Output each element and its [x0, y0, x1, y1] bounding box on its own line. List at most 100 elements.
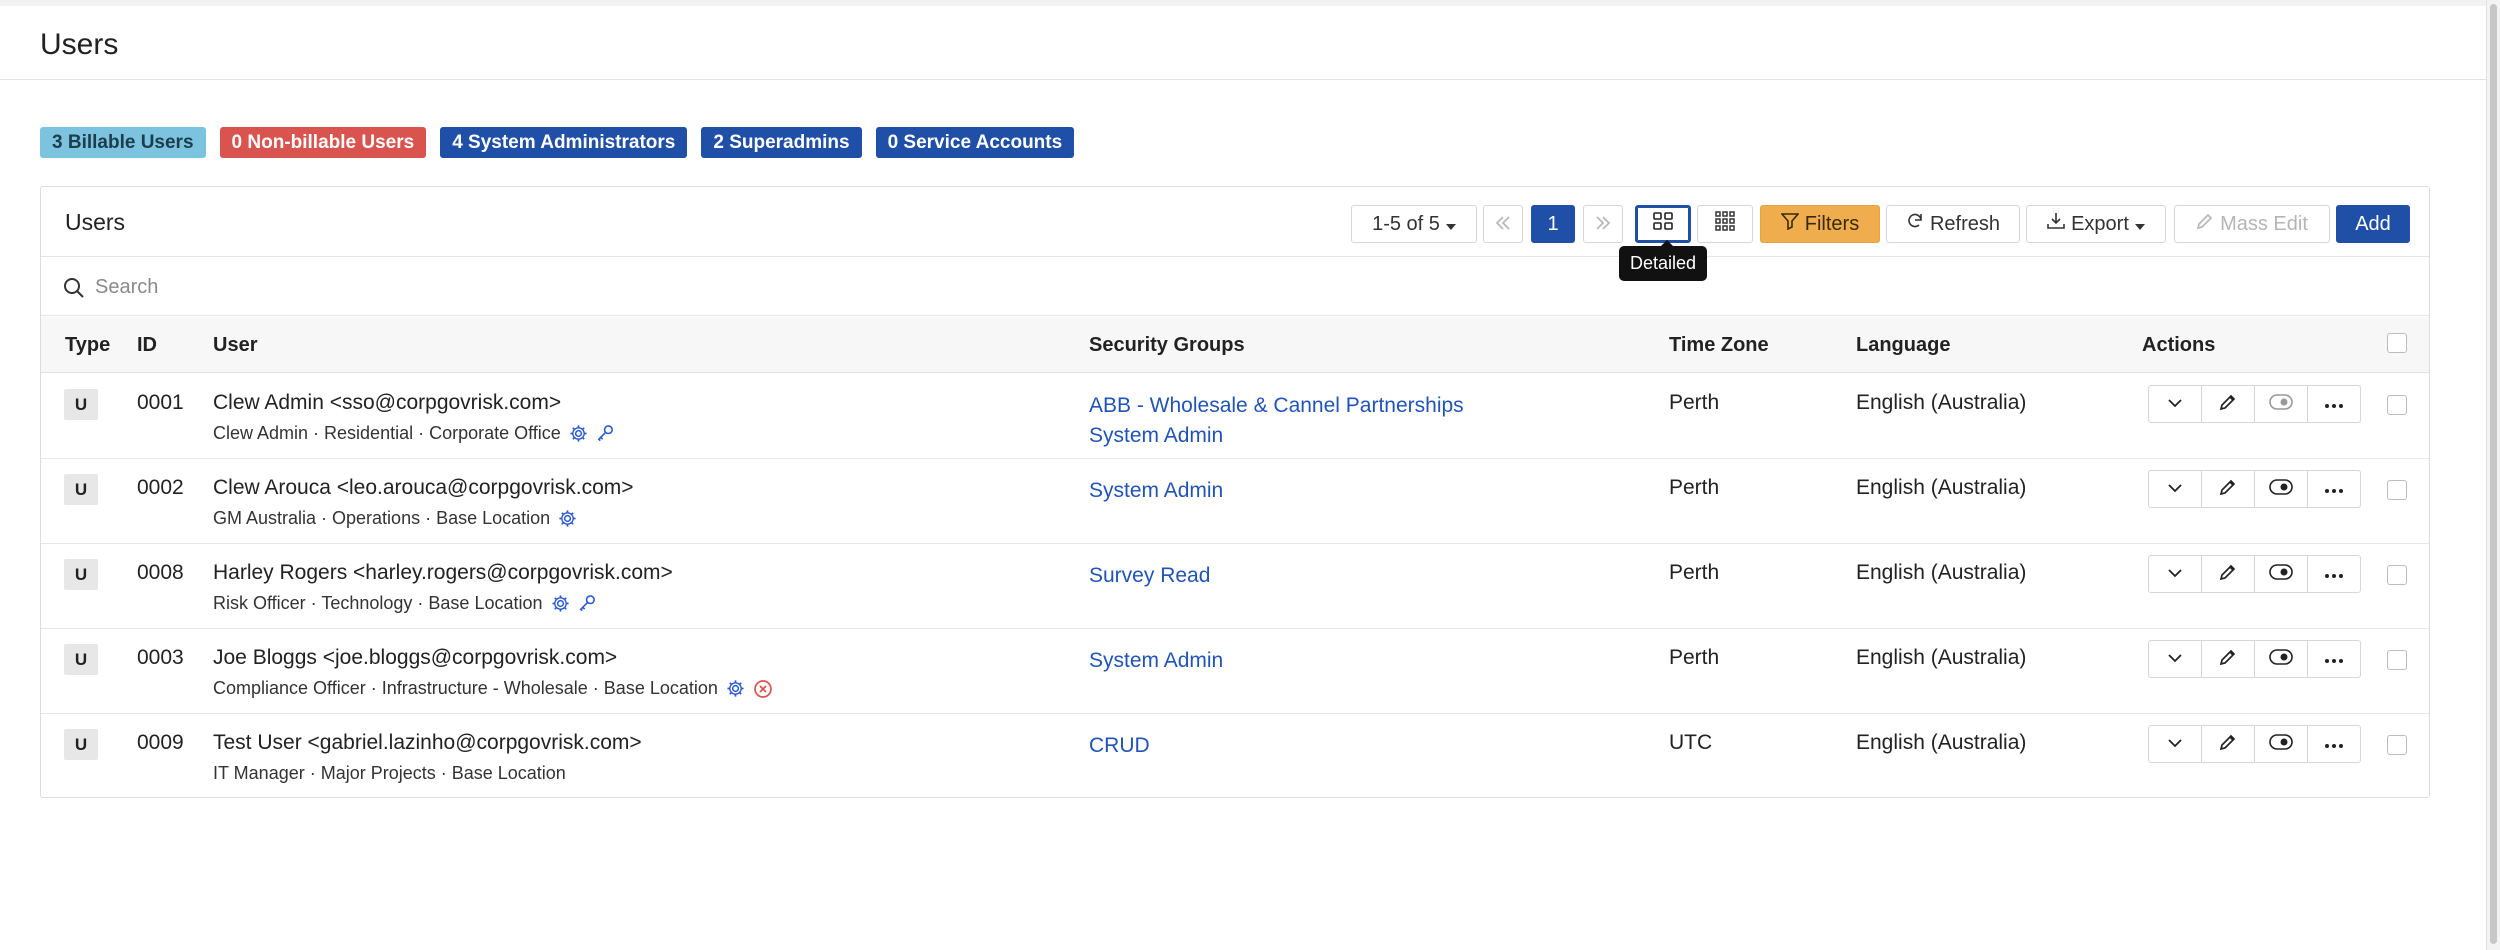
expand-row-button[interactable] — [2148, 470, 2202, 508]
vertical-scrollbar[interactable] — [2486, 0, 2500, 950]
column-header-time-zone[interactable]: Time Zone — [1669, 334, 1769, 357]
filters-button[interactable]: Filters — [1760, 205, 1880, 243]
pencil-icon — [2196, 212, 2214, 236]
detailed-view-button[interactable] — [1635, 205, 1691, 243]
security-group-link[interactable]: ABB - Wholesale & Cannel Partnerships — [1089, 391, 1464, 421]
first-page-button[interactable] — [1483, 205, 1523, 243]
row-checkbox[interactable] — [2387, 395, 2407, 415]
toggle-visibility-button[interactable] — [2254, 640, 2308, 678]
filters-label: Filters — [1804, 212, 1860, 235]
table-row[interactable]: U 0003 Joe Bloggs <joe.bloggs@corpgovris… — [41, 629, 2429, 714]
user-id: 0008 — [137, 561, 184, 584]
security-group-link[interactable]: CRUD — [1089, 731, 1150, 761]
more-actions-button[interactable] — [2307, 555, 2361, 593]
edit-user-button[interactable] — [2201, 725, 2255, 763]
user-details-text: GM Australia · Operations · Base Locatio… — [213, 508, 551, 528]
user-name-email[interactable]: Test User <gabriel.lazinho@corpgovrisk.c… — [213, 731, 642, 755]
user-details-text: Clew Admin · Residential · Corporate Off… — [213, 423, 561, 443]
edit-user-button[interactable] — [2201, 385, 2255, 423]
pencil-icon — [2219, 563, 2237, 586]
security-group-link[interactable]: System Admin — [1089, 421, 1464, 451]
edit-user-button[interactable] — [2201, 555, 2255, 593]
security-group-link[interactable]: System Admin — [1089, 646, 1223, 676]
page-size-dropdown[interactable]: 1-5 of 5 — [1351, 205, 1477, 243]
toggle-visibility-button[interactable] — [2254, 725, 2308, 763]
table-row[interactable]: U 0001 Clew Admin <sso@corpgovrisk.com> … — [41, 374, 2429, 459]
chevron-down-icon — [2167, 395, 2183, 413]
last-page-button[interactable] — [1583, 205, 1623, 243]
user-type-badge: U — [64, 559, 98, 590]
user-name-email[interactable]: Harley Rogers <harley.rogers@corpgovrisk… — [213, 561, 673, 585]
user-details: GM Australia · Operations · Base Locatio… — [213, 508, 577, 529]
expand-row-button[interactable] — [2148, 555, 2202, 593]
row-checkbox[interactable] — [2387, 565, 2407, 585]
row-checkbox[interactable] — [2387, 735, 2407, 755]
user-name-email[interactable]: Clew Admin <sso@corpgovrisk.com> — [213, 391, 561, 415]
security-group-link[interactable]: System Admin — [1089, 476, 1223, 506]
gear-icon — [726, 679, 745, 698]
toggle-visibility-button[interactable] — [2254, 385, 2308, 423]
table-row[interactable]: U 0002 Clew Arouca <leo.arouca@corpgovri… — [41, 459, 2429, 544]
add-label: Add — [2355, 212, 2391, 235]
search-input[interactable] — [95, 270, 995, 304]
non-billable-users-badge[interactable]: 0 Non-billable Users — [219, 127, 427, 158]
expand-row-button[interactable] — [2148, 385, 2202, 423]
mass-edit-button[interactable]: Mass Edit — [2174, 205, 2330, 243]
user-name-email[interactable]: Clew Arouca <leo.arouca@corpgovrisk.com> — [213, 476, 634, 500]
select-all-checkbox[interactable] — [2387, 333, 2407, 353]
gear-icon — [569, 424, 588, 443]
more-actions-button[interactable] — [2307, 640, 2361, 678]
language: English (Australia) — [1856, 731, 2027, 754]
gear-icon — [558, 509, 577, 528]
user-details-text: IT Manager · Major Projects · Base Locat… — [213, 763, 566, 783]
security-groups: System Admin — [1089, 646, 1223, 676]
edit-user-button[interactable] — [2201, 470, 2255, 508]
pencil-icon — [2219, 393, 2237, 416]
table-row[interactable]: U 0009 Test User <gabriel.lazinho@corpgo… — [41, 714, 2429, 799]
service-accounts-badge[interactable]: 0 Service Accounts — [875, 127, 1075, 158]
compact-view-button[interactable] — [1697, 205, 1753, 243]
user-type-badge: U — [64, 644, 98, 675]
more-actions-button[interactable] — [2307, 725, 2361, 763]
expand-row-button[interactable] — [2148, 640, 2202, 678]
column-header-security-groups[interactable]: Security Groups — [1089, 334, 1245, 357]
language: English (Australia) — [1856, 646, 2027, 669]
expand-row-button[interactable] — [2148, 725, 2202, 763]
toggle-eye-icon — [2269, 648, 2293, 670]
user-details: Compliance Officer · Infrastructure - Wh… — [213, 678, 773, 699]
more-actions-button[interactable] — [2307, 470, 2361, 508]
edit-user-button[interactable] — [2201, 640, 2255, 678]
row-checkbox[interactable] — [2387, 480, 2407, 500]
chevron-down-icon — [2167, 480, 2183, 498]
table-row[interactable]: U 0008 Harley Rogers <harley.rogers@corp… — [41, 544, 2429, 629]
superadmins-badge[interactable]: 2 Superadmins — [701, 127, 862, 158]
toggle-eye-icon — [2269, 733, 2293, 755]
language: English (Australia) — [1856, 391, 2027, 414]
security-groups: CRUD — [1089, 731, 1150, 761]
column-header-type[interactable]: Type — [65, 334, 110, 357]
x-circle-icon — [753, 679, 773, 699]
grid-3x3-icon — [1715, 211, 1735, 237]
column-header-language[interactable]: Language — [1856, 334, 1950, 357]
page-1-button[interactable]: 1 — [1531, 205, 1575, 243]
export-dropdown-button[interactable]: Export — [2026, 205, 2166, 243]
security-group-link[interactable]: Survey Read — [1089, 561, 1210, 591]
table-header: Type ID User Security Groups Time Zone L… — [41, 317, 2429, 373]
refresh-button[interactable]: Refresh — [1886, 205, 2020, 243]
user-name-email[interactable]: Joe Bloggs <joe.bloggs@corpgovrisk.com> — [213, 646, 617, 670]
more-actions-button[interactable] — [2307, 385, 2361, 423]
row-checkbox[interactable] — [2387, 650, 2407, 670]
user-details-text: Risk Officer · Technology · Base Locatio… — [213, 593, 543, 613]
toggle-visibility-button[interactable] — [2254, 555, 2308, 593]
add-user-button[interactable]: Add — [2336, 205, 2410, 243]
security-groups: System Admin — [1089, 476, 1223, 506]
system-administrators-badge[interactable]: 4 System Administrators — [440, 127, 688, 158]
billable-users-badge[interactable]: 3 Billable Users — [40, 127, 206, 158]
user-id: 0009 — [137, 731, 184, 754]
column-header-user[interactable]: User — [213, 334, 257, 357]
column-header-id[interactable]: ID — [137, 334, 157, 357]
time-zone: Perth — [1669, 391, 1720, 414]
user-details: Clew Admin · Residential · Corporate Off… — [213, 423, 615, 444]
scrollbar-thumb[interactable] — [2490, 4, 2497, 944]
toggle-visibility-button[interactable] — [2254, 470, 2308, 508]
